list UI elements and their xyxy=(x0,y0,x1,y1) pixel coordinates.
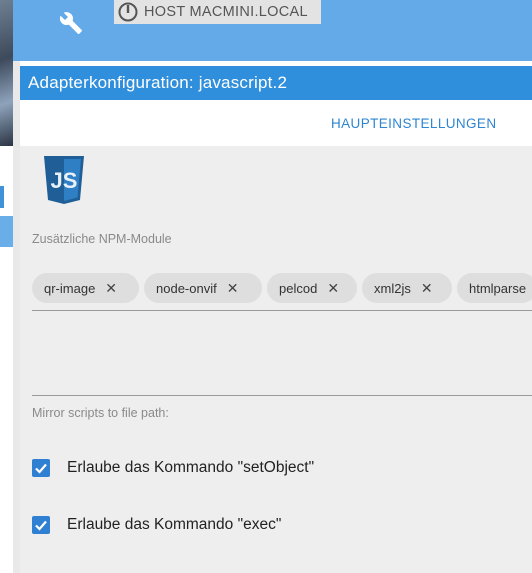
host-selector[interactable]: HOST MACMINI.LOCAL xyxy=(114,0,321,24)
npm-module-chip[interactable]: htmlparse xyxy=(457,273,532,303)
setobject-checkbox[interactable] xyxy=(32,459,50,477)
npm-module-chip[interactable]: xml2js ✕ xyxy=(362,273,452,303)
setobject-checkbox-row[interactable]: Erlaube das Kommando "setObject" xyxy=(32,456,314,480)
wrench-icon[interactable] xyxy=(59,10,83,36)
close-icon[interactable]: ✕ xyxy=(327,280,339,297)
mirror-path-input[interactable] xyxy=(32,395,532,396)
npm-module-chip[interactable]: node-onvif ✕ xyxy=(144,273,262,303)
sidebar-item-indicator[interactable] xyxy=(0,186,4,208)
power-icon xyxy=(118,2,138,22)
host-label: HOST MACMINI.LOCAL xyxy=(144,4,308,20)
close-icon[interactable]: ✕ xyxy=(105,280,117,297)
chip-label: pelcod xyxy=(279,280,318,296)
npm-module-chip[interactable]: pelcod ✕ xyxy=(267,273,357,303)
close-icon[interactable]: ✕ xyxy=(421,280,433,297)
exec-checkbox[interactable] xyxy=(32,516,50,534)
exec-checkbox-label: Erlaube das Kommando "exec" xyxy=(67,516,282,533)
tab-main-settings[interactable]: HAUPTEINSTELLUNGEN xyxy=(331,116,496,131)
chip-label: xml2js xyxy=(374,280,411,296)
javascript-logo-icon: JS xyxy=(44,156,84,204)
adapter-config-dialog: Adapterkonfiguration: javascript.2 HAUPT… xyxy=(20,61,532,573)
exec-checkbox-row[interactable]: Erlaube das Kommando "exec" xyxy=(32,513,281,537)
top-app-bar: HOST MACMINI.LOCAL xyxy=(13,0,532,61)
mirror-path-label: Mirror scripts to file path: xyxy=(32,406,169,420)
npm-modules-input-underline[interactable] xyxy=(32,310,532,311)
dialog-title: Adapterkonfiguration: javascript.2 xyxy=(20,66,532,100)
sidebar-background-image xyxy=(0,0,13,146)
tab-bar: HAUPTEINSTELLUNGEN xyxy=(32,100,532,146)
svg-text:JS: JS xyxy=(51,168,78,193)
checkmark-icon xyxy=(35,463,47,474)
checkmark-icon xyxy=(35,520,47,531)
close-icon[interactable]: ✕ xyxy=(227,280,239,297)
chip-label: htmlparse xyxy=(469,280,527,296)
sidebar xyxy=(0,0,13,573)
settings-content: JS Zusätzliche NPM-Module qr-image ✕ nod… xyxy=(20,146,532,573)
npm-modules-label: Zusätzliche NPM-Module xyxy=(32,232,172,246)
chip-label: qr-image xyxy=(44,280,96,296)
sidebar-item-active[interactable] xyxy=(0,216,13,247)
npm-module-chip[interactable]: qr-image ✕ xyxy=(32,273,139,303)
setobject-checkbox-label: Erlaube das Kommando "setObject" xyxy=(67,459,315,476)
chip-label: node-onvif xyxy=(156,280,217,296)
